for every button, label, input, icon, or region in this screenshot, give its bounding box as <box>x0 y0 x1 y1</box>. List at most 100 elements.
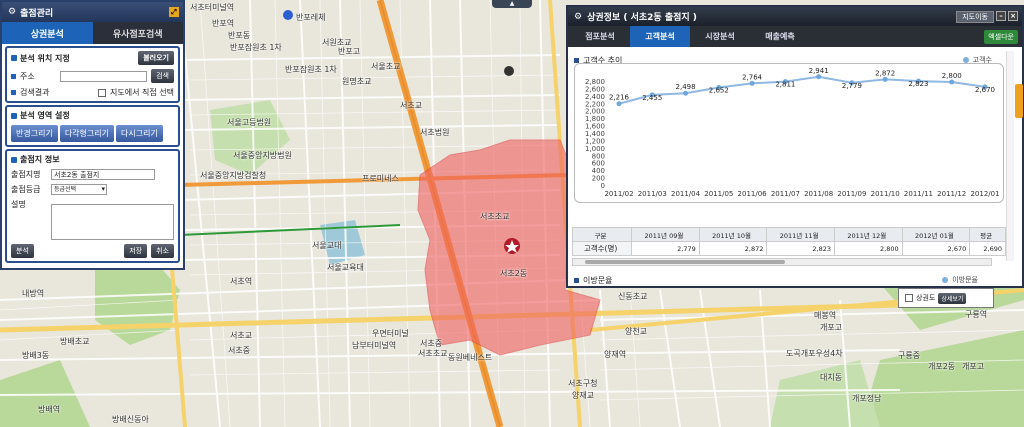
load-button[interactable]: 불러오기 <box>138 51 174 65</box>
x-tick-label: 2011/05 <box>704 190 733 198</box>
desc-textarea[interactable] <box>51 204 174 240</box>
window-controls: 지도이동 – × <box>956 10 1018 23</box>
section-title: 이방문율 <box>583 275 613 285</box>
grade-select[interactable]: 등급선택 <box>51 184 107 195</box>
tab-customer-analysis[interactable]: 고객분석 <box>630 26 690 47</box>
panel-title: 상권정보 ( 서초2동 출점지 ) <box>587 13 697 23</box>
y-tick-label: 200 <box>592 175 605 183</box>
save-button[interactable]: 저장 <box>124 244 148 258</box>
expand-icon[interactable]: ⤢ <box>169 7 179 17</box>
data-label: 2,652 <box>709 86 729 94</box>
map-label: 서울교육대 <box>327 263 364 272</box>
tab-market-analysis[interactable]: 시장분석 <box>690 26 750 47</box>
tab-similar-store-search[interactable]: 유사점포검색 <box>92 22 183 44</box>
data-label: 2,779 <box>842 82 862 90</box>
desc-label: 설명 <box>11 200 26 209</box>
map-label: 반포역 <box>212 19 235 28</box>
map-label: 개포정남 <box>852 394 882 403</box>
map-label: 신동초교 <box>618 292 648 301</box>
grid-header-cell: 2011년 09월 <box>631 227 700 242</box>
data-point <box>683 90 689 96</box>
grid-header-cell: 2012년 01월 <box>901 227 971 242</box>
map-move-toggle[interactable]: 지도이동 <box>956 10 994 23</box>
x-tick-label: 2011/02 <box>604 190 633 198</box>
search-button[interactable]: 검색 <box>151 69 174 83</box>
map-label: 서울초교 <box>371 62 401 71</box>
x-tick-label: 2011/11 <box>904 190 933 198</box>
y-tick-label: 2,400 <box>585 93 605 101</box>
trade-map-mini-panel: 상권도 상세보기 <box>898 288 994 308</box>
x-tick-label: 2012/01 <box>970 190 999 198</box>
result-row: 검색결과 지도에서 직접 선택 <box>11 87 174 98</box>
map-select-label: 지도에서 직접 선택 <box>110 88 174 97</box>
map-label: 반포고 <box>338 47 361 56</box>
grid-header-cell: 구분 <box>571 227 633 242</box>
data-label: 2,764 <box>742 73 763 81</box>
draw-polygon-button[interactable]: 다각형그리기 <box>59 125 114 142</box>
x-tick-label: 2011/03 <box>638 190 667 198</box>
draw-radius-button[interactable]: 반경그리기 <box>11 125 58 142</box>
tab-trade-area-analysis[interactable]: 상권분석 <box>2 22 93 44</box>
map-label: 개포고 <box>820 323 843 332</box>
horizontal-scrollbar[interactable] <box>572 258 992 266</box>
map-label: 서울중앙지방법원 <box>233 151 292 160</box>
map-select-checkbox[interactable] <box>98 88 107 97</box>
gear-icon: ⚙ <box>8 7 17 17</box>
table-row: 고객수(명) 2,779 2,872 2,823 2,800 2,670 2,6… <box>571 241 1006 256</box>
panel-side-handle[interactable] <box>1015 84 1023 118</box>
chart-legend: 이방문율 <box>942 275 978 285</box>
y-tick-label: 1,800 <box>585 115 605 123</box>
excel-download-button[interactable]: 엑셀다운 <box>984 30 1018 44</box>
y-tick-label: 1,600 <box>585 123 605 131</box>
analyze-button[interactable]: 분석 <box>11 244 34 258</box>
panel-titlebar: ⚙ 상권정보 ( 서초2동 출점지 ) 지도이동 – × <box>568 7 1022 26</box>
map-label: 서초터미널역 <box>190 3 235 12</box>
redraw-button[interactable]: 다시그리기 <box>115 125 163 142</box>
store-name-input[interactable]: 서초2동 출점지 <box>51 169 155 180</box>
map-label: 매봉역 <box>814 311 837 320</box>
y-tick-label: 400 <box>592 167 605 175</box>
map-top-handle[interactable]: ▲ <box>492 0 532 8</box>
map-label: 서초2동 <box>500 269 528 278</box>
bullet-icon <box>11 112 17 119</box>
grid-header-cell: 2011년 11월 <box>766 227 835 242</box>
map-label: 서초중 <box>420 339 443 348</box>
map-label: 양재교 <box>572 391 595 400</box>
map-label: 서울고등법원 <box>227 118 272 127</box>
detail-view-button[interactable]: 상세보기 <box>938 292 967 304</box>
y-tick-label: 2,200 <box>585 100 605 108</box>
x-tick-label: 2011/12 <box>937 190 966 198</box>
y-tick-label: 1,200 <box>585 137 605 145</box>
trade-map-checkbox[interactable] <box>905 294 913 302</box>
map-label: 우면터미널 <box>372 329 409 338</box>
draw-buttons-row: 반경그리기 다각형그리기 다시그리기 <box>11 125 174 142</box>
cancel-button[interactable]: 취소 <box>151 244 174 258</box>
data-point <box>882 76 888 82</box>
tab-sales-forecast[interactable]: 매출예측 <box>750 26 810 47</box>
map-label: 동원베네스트 <box>448 353 493 362</box>
bullet-icon <box>11 55 17 61</box>
tab-store-analysis[interactable]: 점포분석 <box>570 26 630 47</box>
grid-cell: 2,800 <box>834 241 903 256</box>
store-name-label: 출점지명 <box>11 170 41 179</box>
section-title: 분석 위치 지정 <box>20 53 70 63</box>
map-label: 서초초교 <box>418 349 448 358</box>
map-label: 원명초교 <box>342 77 372 86</box>
section-title: 분석 영역 설정 <box>20 111 70 120</box>
grid-header-cell: 평균 <box>969 227 1006 242</box>
panel-title: 출점관리 <box>20 8 54 19</box>
panel-titlebar: ⚙ 출점관리 ⤢ <box>2 2 183 22</box>
vertical-scrollbar[interactable] <box>1006 51 1014 261</box>
map-label: 구룡중 <box>898 351 921 360</box>
close-icon[interactable]: × <box>1008 10 1018 21</box>
address-input[interactable] <box>60 70 148 82</box>
grid-row-label: 고객수(명) <box>571 241 633 256</box>
bullet-icon <box>574 57 579 63</box>
y-tick-label: 0 <box>601 182 605 190</box>
minimize-icon[interactable]: – <box>996 10 1006 21</box>
map-label: 서울교대 <box>312 241 342 250</box>
x-tick-label: 2011/10 <box>871 190 900 198</box>
bullet-icon <box>574 277 579 283</box>
scrollbar-thumb[interactable] <box>585 260 785 264</box>
grid-header-cell: 2011년 10월 <box>698 227 768 242</box>
